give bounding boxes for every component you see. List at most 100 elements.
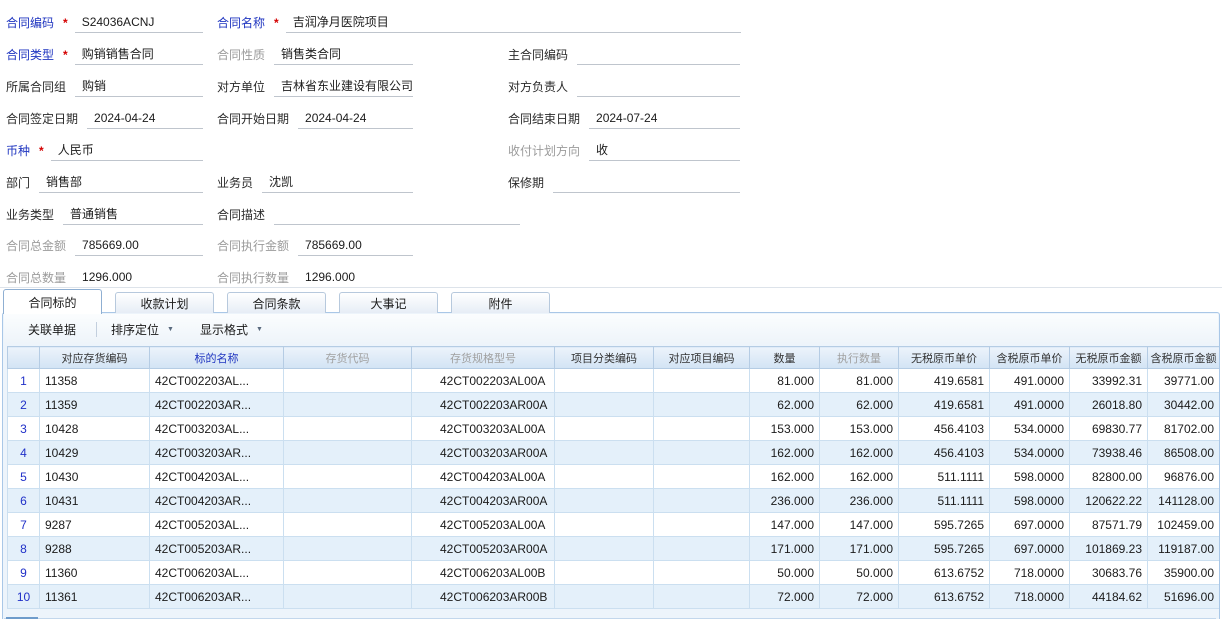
cell-stock-code[interactable]	[284, 417, 412, 441]
column-header-stock-code[interactable]: 存货代码	[284, 347, 412, 369]
cell-stock-code[interactable]	[284, 441, 412, 465]
field-input-department[interactable]: 销售部	[39, 171, 203, 193]
cell-inventory-code[interactable]: 9288	[40, 537, 150, 561]
cell-project-code[interactable]	[654, 417, 750, 441]
cell-project-code[interactable]	[654, 513, 750, 537]
cell-unit-price-incl-tax[interactable]: 598.0000	[990, 489, 1070, 513]
cell-amount-excl-tax[interactable]: 30683.76	[1070, 561, 1148, 585]
cell-project-code[interactable]	[654, 489, 750, 513]
cell-executed-quantity[interactable]: 236.000	[820, 489, 899, 513]
cell-subject-name[interactable]: 42CT006203AL...	[150, 561, 284, 585]
column-header-subject-name[interactable]: 标的名称	[150, 347, 284, 369]
cell-project-class-code[interactable]	[555, 393, 654, 417]
cell-subject-name[interactable]: 42CT004203AR...	[150, 489, 284, 513]
column-header-stock-spec-model[interactable]: 存货规格型号	[412, 347, 555, 369]
cell-unit-price-incl-tax[interactable]: 697.0000	[990, 513, 1070, 537]
cell-stock-spec-model[interactable]: 42CT003203AL00A	[412, 417, 555, 441]
cell-subject-name[interactable]: 42CT003203AL...	[150, 417, 284, 441]
cell-project-class-code[interactable]	[555, 441, 654, 465]
cell-unit-price-incl-tax[interactable]: 491.0000	[990, 393, 1070, 417]
cell-stock-code[interactable]	[284, 489, 412, 513]
cell-amount-excl-tax[interactable]: 69830.77	[1070, 417, 1148, 441]
cell-row-number[interactable]: 2	[8, 393, 40, 417]
cell-unit-price-excl-tax[interactable]: 511.1111	[899, 489, 990, 513]
cell-stock-spec-model[interactable]: 42CT002203AR00A	[412, 393, 555, 417]
cell-row-number[interactable]: 5	[8, 465, 40, 489]
field-input-main-contract-code[interactable]	[577, 43, 740, 65]
field-input-contract-executed-amount[interactable]: 785669.00	[298, 234, 413, 256]
cell-stock-spec-model[interactable]: 42CT004203AL00A	[412, 465, 555, 489]
cell-inventory-code[interactable]: 11358	[40, 369, 150, 393]
cell-amount-excl-tax[interactable]: 120622.22	[1070, 489, 1148, 513]
field-input-contract-sign-date[interactable]: 2024-04-24	[87, 107, 203, 129]
cell-project-class-code[interactable]	[555, 465, 654, 489]
field-input-contract-total-quantity[interactable]: 1296.000	[75, 266, 203, 288]
cell-quantity[interactable]: 50.000	[750, 561, 820, 585]
cell-quantity[interactable]: 62.000	[750, 393, 820, 417]
cell-subject-name[interactable]: 42CT004203AL...	[150, 465, 284, 489]
cell-row-number[interactable]: 10	[8, 585, 40, 609]
cell-quantity[interactable]: 162.000	[750, 465, 820, 489]
field-input-contract-end-date[interactable]: 2024-07-24	[589, 107, 740, 129]
cell-quantity[interactable]: 153.000	[750, 417, 820, 441]
cell-subject-name[interactable]: 42CT003203AR...	[150, 441, 284, 465]
cell-unit-price-excl-tax[interactable]: 419.6581	[899, 369, 990, 393]
cell-row-number[interactable]: 6	[8, 489, 40, 513]
cell-stock-spec-model[interactable]: 42CT006203AR00B	[412, 585, 555, 609]
column-header-inventory-code[interactable]: 对应存货编码	[40, 347, 150, 369]
cell-unit-price-excl-tax[interactable]: 613.6752	[899, 585, 990, 609]
cell-unit-price-excl-tax[interactable]: 595.7265	[899, 513, 990, 537]
cell-row-number[interactable]: 3	[8, 417, 40, 441]
cell-unit-price-incl-tax[interactable]: 534.0000	[990, 441, 1070, 465]
column-header-project-class-code[interactable]: 项目分类编码	[555, 347, 654, 369]
cell-stock-code[interactable]	[284, 561, 412, 585]
column-header-unit-price-excl-tax[interactable]: 无税原币单价	[899, 347, 990, 369]
column-header-unit-price-incl-tax[interactable]: 含税原币单价	[990, 347, 1070, 369]
cell-amount-excl-tax[interactable]: 101869.23	[1070, 537, 1148, 561]
sort-locate-dropdown[interactable]: 排序定位▼	[111, 321, 174, 338]
cell-row-number[interactable]: 4	[8, 441, 40, 465]
field-input-contract-name[interactable]: 吉润净月医院项目	[286, 11, 741, 33]
cell-subject-name[interactable]: 42CT006203AR...	[150, 585, 284, 609]
cell-project-class-code[interactable]	[555, 537, 654, 561]
cell-unit-price-excl-tax[interactable]: 613.6752	[899, 561, 990, 585]
cell-stock-code[interactable]	[284, 537, 412, 561]
tab-collection-plan[interactable]: 收款计划	[115, 292, 214, 313]
cell-unit-price-incl-tax[interactable]: 534.0000	[990, 417, 1070, 441]
column-header-amount-excl-tax[interactable]: 无税原币金额	[1070, 347, 1148, 369]
cell-amount-incl-tax[interactable]: 119187.00	[1148, 537, 1220, 561]
cell-unit-price-excl-tax[interactable]: 456.4103	[899, 441, 990, 465]
field-input-contract-description[interactable]	[274, 203, 520, 225]
cell-amount-incl-tax[interactable]: 30442.00	[1148, 393, 1220, 417]
cell-amount-incl-tax[interactable]: 35900.00	[1148, 561, 1220, 585]
cell-executed-quantity[interactable]: 50.000	[820, 561, 899, 585]
cell-amount-excl-tax[interactable]: 33992.31	[1070, 369, 1148, 393]
field-input-contract-nature[interactable]: 销售类合同	[274, 43, 413, 65]
cell-stock-spec-model[interactable]: 42CT006203AL00B	[412, 561, 555, 585]
cell-amount-excl-tax[interactable]: 87571.79	[1070, 513, 1148, 537]
cell-project-class-code[interactable]	[555, 369, 654, 393]
cell-executed-quantity[interactable]: 81.000	[820, 369, 899, 393]
cell-amount-excl-tax[interactable]: 73938.46	[1070, 441, 1148, 465]
field-input-contract-code[interactable]: S24036ACNJ	[75, 11, 203, 33]
cell-quantity[interactable]: 147.000	[750, 513, 820, 537]
cell-amount-excl-tax[interactable]: 26018.80	[1070, 393, 1148, 417]
field-input-salesperson[interactable]: 沈凯	[262, 171, 413, 193]
related-documents-button[interactable]: 关联单据	[22, 318, 82, 341]
tab-contract-subject[interactable]: 合同标的	[3, 289, 102, 314]
cell-executed-quantity[interactable]: 72.000	[820, 585, 899, 609]
tab-milestones[interactable]: 大事记	[339, 292, 438, 313]
cell-quantity[interactable]: 72.000	[750, 585, 820, 609]
tab-contract-terms[interactable]: 合同条款	[227, 292, 326, 313]
cell-project-code[interactable]	[654, 369, 750, 393]
tab-attachments[interactable]: 附件	[451, 292, 550, 313]
cell-stock-spec-model[interactable]: 42CT004203AR00A	[412, 489, 555, 513]
cell-inventory-code[interactable]: 11361	[40, 585, 150, 609]
cell-project-class-code[interactable]	[555, 585, 654, 609]
cell-inventory-code[interactable]: 9287	[40, 513, 150, 537]
cell-unit-price-incl-tax[interactable]: 718.0000	[990, 561, 1070, 585]
cell-stock-code[interactable]	[284, 465, 412, 489]
cell-stock-spec-model[interactable]: 42CT005203AL00A	[412, 513, 555, 537]
cell-stock-spec-model[interactable]: 42CT005203AR00A	[412, 537, 555, 561]
cell-project-code[interactable]	[654, 441, 750, 465]
